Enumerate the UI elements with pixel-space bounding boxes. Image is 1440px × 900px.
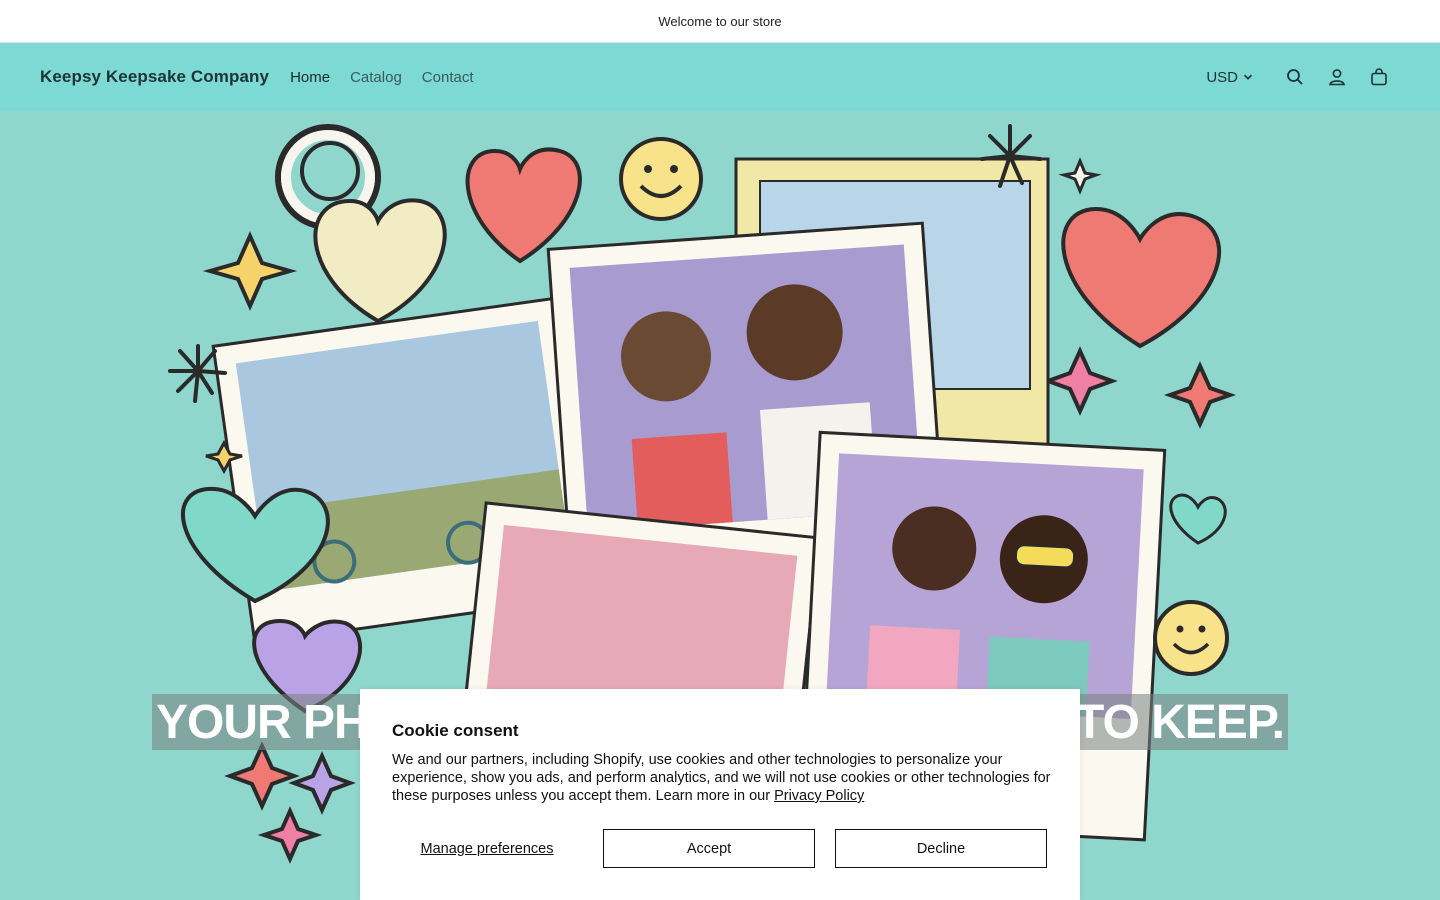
chevron-down-icon [1243, 74, 1253, 80]
cookie-body: We and our partners, including Shopify, … [392, 751, 1052, 805]
nav-contact[interactable]: Contact [422, 69, 474, 86]
search-button[interactable] [1274, 56, 1316, 98]
cart-icon [1371, 68, 1387, 86]
currency-label: USD [1206, 68, 1238, 86]
brand-logo[interactable]: Keepsy Keepsake Company [40, 67, 269, 87]
site-header: Keepsy Keepsake Company Home Catalog Con… [0, 43, 1440, 111]
nav-catalog[interactable]: Catalog [350, 69, 402, 86]
cookie-actions: Manage preferences Accept Decline [392, 829, 1048, 868]
hero-heading-text-right: TO KEEP. [1075, 695, 1285, 749]
account-button[interactable] [1316, 56, 1358, 98]
search-icon [1287, 69, 1303, 85]
announcement-bar: Welcome to our store [0, 0, 1440, 43]
header-actions: USD [1206, 56, 1400, 98]
decline-button[interactable]: Decline [835, 829, 1047, 868]
manage-preferences-button[interactable]: Manage preferences [392, 841, 582, 857]
main-nav: Home Catalog Contact [290, 69, 473, 86]
cookie-body-text: We and our partners, including Shopify, … [392, 752, 1051, 804]
cookie-title: Cookie consent [392, 721, 519, 740]
cookie-consent-dialog: Cookie consent We and our partners, incl… [360, 689, 1080, 900]
hero-heading-text-left: YOUR PH [156, 695, 369, 749]
announcement-text: Welcome to our store [658, 13, 782, 29]
currency-selector[interactable]: USD [1206, 69, 1253, 86]
accept-button[interactable]: Accept [603, 829, 815, 868]
cart-button[interactable] [1358, 56, 1400, 98]
account-icon [1329, 69, 1345, 86]
privacy-policy-link[interactable]: Privacy Policy [774, 788, 864, 804]
nav-home[interactable]: Home [290, 69, 330, 86]
